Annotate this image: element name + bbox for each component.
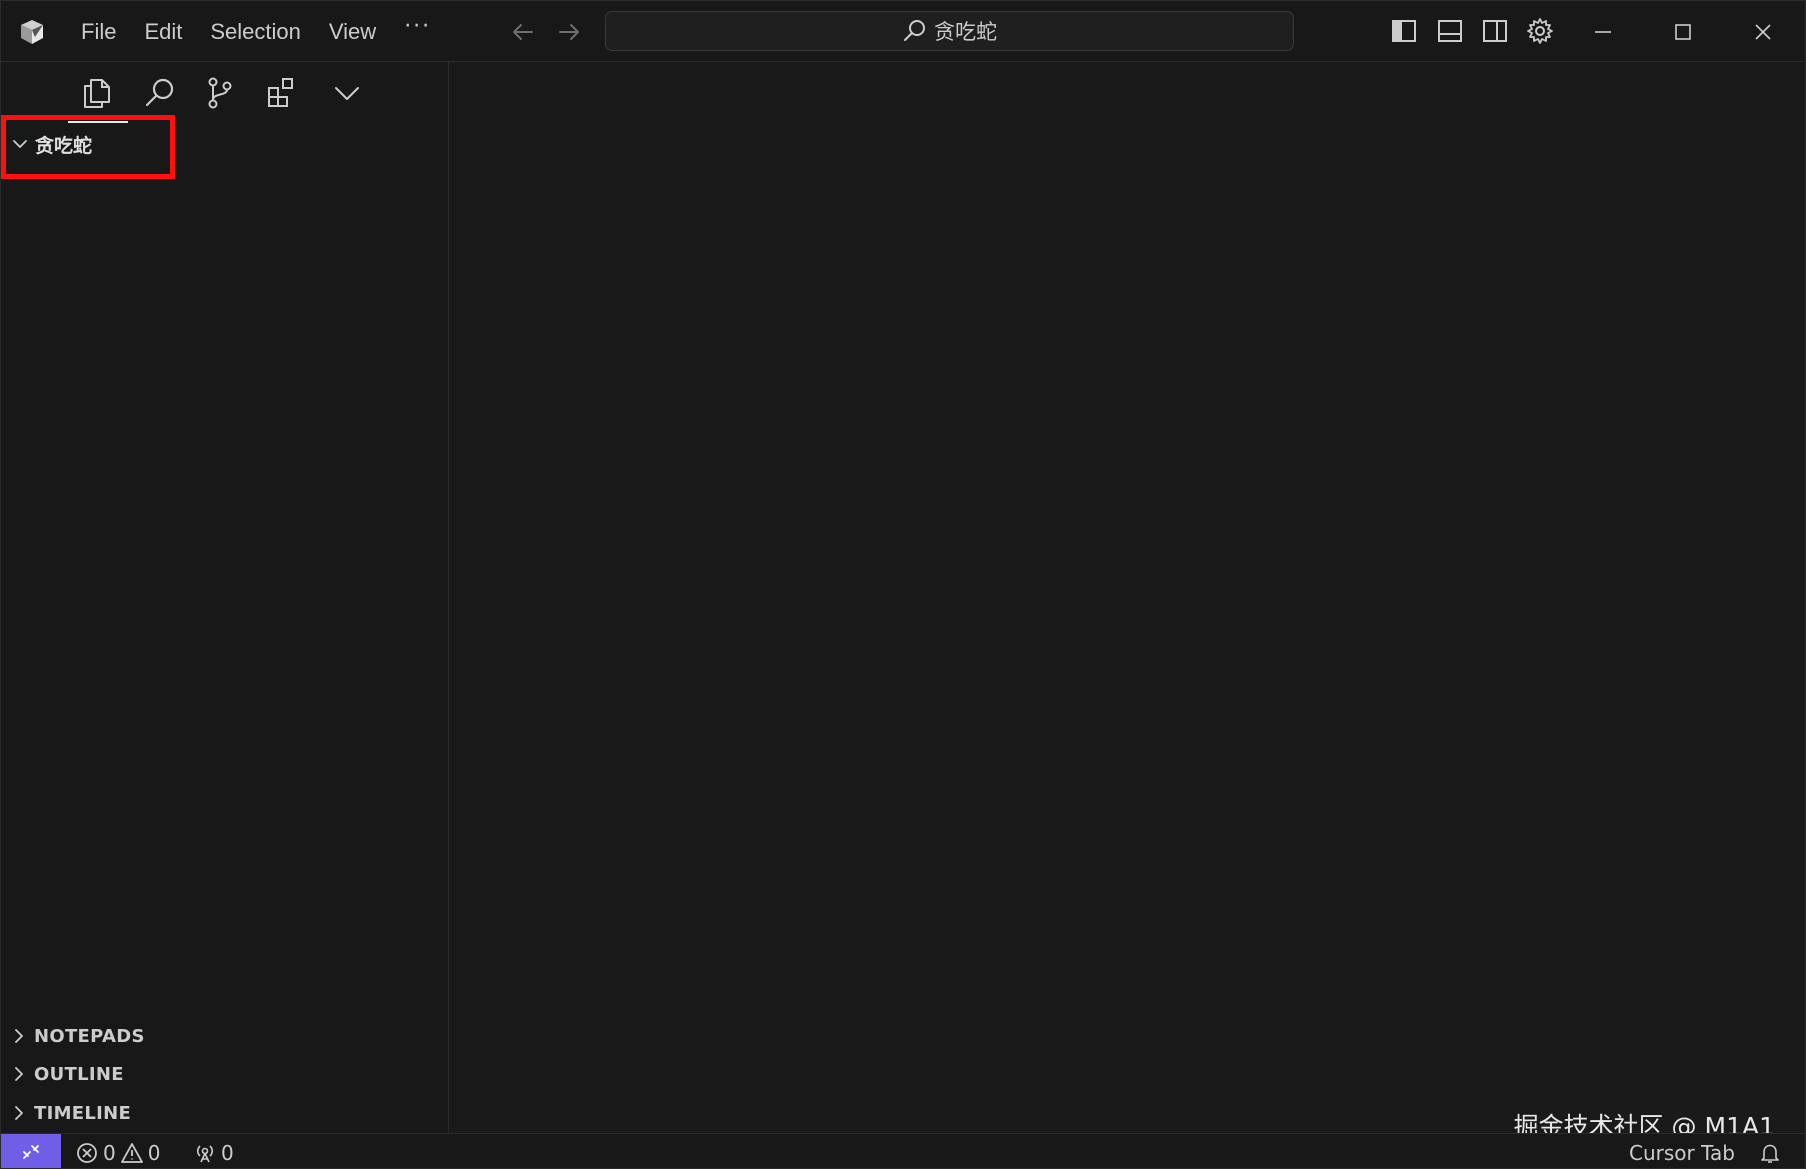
chevron-right-icon — [15, 1067, 23, 1081]
back-arrow-icon[interactable] — [508, 17, 538, 47]
warning-count: 0 — [147, 1140, 161, 1165]
toggle-primary-sidebar-icon[interactable] — [1389, 16, 1419, 46]
section-title: TIMELINE — [34, 1102, 132, 1124]
notifications-button[interactable] — [1758, 1134, 1782, 1168]
chevron-down-icon — [13, 140, 27, 148]
forward-arrow-icon[interactable] — [554, 17, 584, 47]
command-center-text: 贪吃蛇 — [934, 20, 997, 44]
command-center-search[interactable]: 贪吃蛇 — [605, 11, 1294, 51]
title-bar: File Edit Selection View ··· 贪吃蛇 — [1, 1, 1805, 62]
search-icon — [904, 20, 925, 41]
status-bar: 0 0 0 Cursor Tab — [1, 1133, 1805, 1168]
chevron-right-icon — [15, 1029, 23, 1043]
chevron-right-icon — [15, 1106, 23, 1120]
warning-icon — [120, 1142, 143, 1163]
folder-name: 贪吃蛇 — [35, 134, 93, 157]
cursor-tab-label: Cursor Tab — [1629, 1140, 1735, 1165]
active-view-indicator — [68, 121, 128, 123]
remote-indicator-button[interactable] — [1, 1134, 61, 1168]
activity-bar — [1, 62, 449, 123]
menu-view[interactable]: View — [315, 13, 390, 51]
editor-area[interactable] — [449, 62, 1805, 1133]
settings-gear-icon[interactable] — [1525, 16, 1555, 46]
minimize-icon[interactable] — [1586, 15, 1620, 49]
section-notepads[interactable]: NOTEPADS — [1, 1019, 449, 1053]
extensions-icon[interactable] — [263, 74, 301, 112]
toggle-secondary-sidebar-icon[interactable] — [1480, 16, 1510, 46]
close-icon[interactable] — [1746, 15, 1780, 49]
ports-indicator[interactable]: 0 — [193, 1134, 234, 1168]
menu-more-button[interactable]: ··· — [390, 14, 445, 49]
section-timeline[interactable]: TIMELINE — [1, 1096, 449, 1130]
menu-selection[interactable]: Selection — [196, 13, 315, 51]
section-outline[interactable]: OUTLINE — [1, 1057, 449, 1091]
menu-bar: File Edit Selection View ··· — [67, 1, 445, 62]
source-control-icon[interactable] — [201, 74, 239, 112]
remote-icon — [23, 1144, 39, 1159]
section-title: NOTEPADS — [34, 1025, 145, 1047]
maximize-icon[interactable] — [1666, 15, 1700, 49]
primary-sidebar: 贪吃蛇 NOTEPADS OUTLINE TIMELINE — [1, 62, 449, 1133]
cursor-tab-status[interactable]: Cursor Tab — [1629, 1134, 1735, 1168]
broadcast-icon — [196, 1144, 214, 1162]
problems-indicator[interactable]: 0 0 — [75, 1134, 161, 1168]
toggle-panel-icon[interactable] — [1435, 16, 1465, 46]
chevron-down-icon[interactable] — [328, 74, 366, 112]
search-icon[interactable] — [141, 74, 179, 112]
cursor-window: File Edit Selection View ··· 贪吃蛇 贪吃蛇 NOT… — [0, 0, 1806, 1169]
cursor-logo-icon — [21, 20, 43, 44]
section-title: OUTLINE — [34, 1063, 124, 1085]
explorer-folder-header[interactable]: 贪吃蛇 — [1, 128, 449, 160]
bell-icon — [1761, 1144, 1779, 1163]
menu-file[interactable]: File — [67, 13, 130, 51]
menu-edit[interactable]: Edit — [130, 13, 196, 51]
ports-count: 0 — [221, 1140, 234, 1165]
explorer-files-icon[interactable] — [78, 74, 116, 112]
error-icon — [77, 1142, 97, 1163]
error-count: 0 — [103, 1140, 116, 1165]
